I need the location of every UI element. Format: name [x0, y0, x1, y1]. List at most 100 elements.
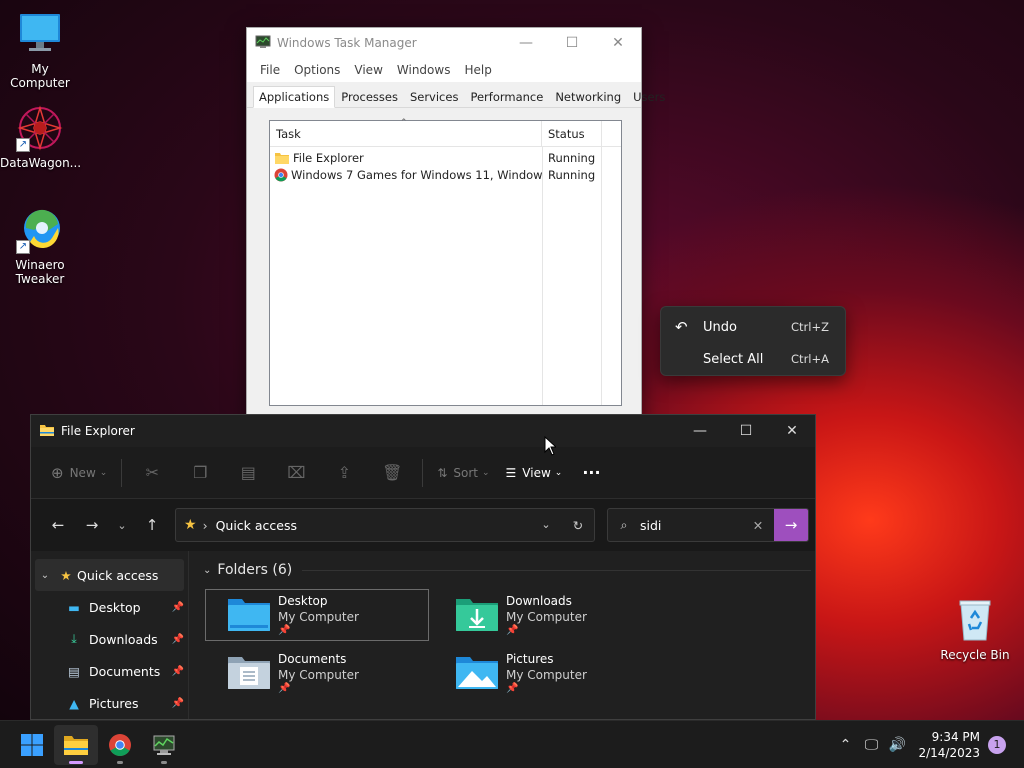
menu-item-undo[interactable]: ↶ Undo Ctrl+Z [661, 311, 845, 343]
menu-windows[interactable]: Windows [390, 63, 458, 77]
task-manager-icon [153, 735, 175, 755]
view-icon: ☰ [505, 465, 517, 480]
task-manager-window[interactable]: Windows Task Manager — ☐ ✕ File Options … [246, 27, 665, 427]
clock[interactable]: 9:34 PM 2/14/2023 [918, 729, 980, 761]
chrome-icon [274, 168, 288, 181]
tab-processes[interactable]: Processes [335, 86, 404, 107]
forward-button[interactable]: → [75, 509, 109, 541]
desktop-icon-my-computer[interactable]: My Computer [0, 10, 80, 90]
task-name: Windows 7 Games for Windows 11, Windows … [291, 167, 542, 182]
window-title: Windows Task Manager [277, 36, 417, 50]
folder-icon [64, 735, 88, 755]
column-header-task[interactable]: ⌃ Task [270, 118, 542, 146]
shortcut-arrow-icon: ↗ [16, 138, 30, 152]
chevron-down-icon: ⌄ [99, 467, 108, 478]
applications-list[interactable]: ⌃ Task Status File Explorer Running Wind… [269, 118, 622, 406]
desktop-icon-winaero[interactable]: ↗ Winaero Tweaker [0, 206, 80, 286]
minimize-button[interactable]: — [503, 28, 549, 58]
navigation-bar: ← → ⌄ ↑ ★ › Quick access ⌄ ↻ ⌕ sidi ✕ → [31, 499, 815, 551]
menu-bar: File Options View Windows Help [247, 58, 641, 82]
context-menu: ↶ Undo Ctrl+Z Select All Ctrl+A [660, 306, 846, 376]
maximize-button[interactable]: ☐ [723, 415, 769, 447]
minimize-button[interactable]: — [677, 415, 723, 447]
nav-item-downloads[interactable]: ⤓ Downloads 📌 [31, 623, 188, 655]
search-icon: ⌕ [620, 517, 628, 532]
sort-ascending-icon: ⌃ [400, 118, 408, 128]
search-go-button[interactable]: → [774, 509, 808, 541]
network-icon[interactable]: 🖵 [858, 737, 884, 753]
tab-services[interactable]: Services [404, 86, 465, 107]
taskbar: ⌃ 🖵 🔊 9:34 PM 2/14/2023 1 [0, 720, 1024, 768]
folder-icon [39, 423, 55, 440]
close-button[interactable]: ✕ [595, 28, 641, 58]
view-button[interactable]: ☰ View ⌄ [498, 457, 571, 489]
volume-icon[interactable]: 🔊 [884, 737, 910, 753]
maximize-button[interactable]: ☐ [549, 28, 595, 58]
folder-tile-documents[interactable]: Documents My Computer 📌 [205, 647, 429, 699]
task-manager-titlebar[interactable]: Windows Task Manager — ☐ ✕ [247, 28, 641, 58]
more-options-button[interactable]: ··· [574, 457, 608, 489]
delete-icon[interactable]: 🗑 [368, 457, 416, 489]
folder-tile-pictures[interactable]: Pictures My Computer 📌 [433, 647, 657, 699]
sort-icon: ⇅ [437, 465, 448, 480]
close-button[interactable]: ✕ [769, 415, 815, 447]
tab-users[interactable]: Users [627, 86, 671, 107]
tab-applications[interactable]: Applications [253, 86, 336, 108]
window-title: File Explorer [61, 424, 135, 438]
nav-item-documents[interactable]: ▤ Documents 📌 [31, 655, 188, 687]
nav-item-pictures[interactable]: ▲ Pictures 📌 [31, 687, 188, 719]
desktop-icon-label: Winaero Tweaker [15, 258, 65, 286]
up-button[interactable]: ↑ [135, 509, 169, 541]
back-button[interactable]: ← [41, 509, 75, 541]
search-box[interactable]: ⌕ sidi ✕ → [607, 508, 809, 542]
menu-options[interactable]: Options [287, 63, 347, 77]
file-explorer-titlebar[interactable]: File Explorer — ☐ ✕ [31, 415, 815, 447]
desktop-icon: ▬ [68, 599, 80, 615]
desktop-icon-recycle-bin[interactable]: Recycle Bin [935, 596, 1015, 662]
taskbar-file-explorer[interactable] [54, 724, 98, 765]
desktop-icon-datawagon[interactable]: ↗ DataWagon... [0, 104, 81, 170]
taskbar-chrome[interactable] [98, 725, 142, 765]
column-header-status[interactable]: Status [542, 121, 602, 146]
tab-performance[interactable]: Performance [464, 86, 549, 107]
menu-file[interactable]: File [253, 63, 287, 77]
search-input[interactable]: sidi [640, 518, 742, 533]
nav-item-desktop[interactable]: ▬ Desktop 📌 [31, 591, 188, 623]
recycle-bin-icon [951, 596, 999, 644]
chevron-up-icon[interactable]: ⌃ [832, 737, 858, 753]
address-dropdown-button[interactable]: ⌄ [530, 518, 562, 533]
notification-badge[interactable]: 1 [988, 735, 1006, 754]
menu-item-select-all[interactable]: Select All Ctrl+A [661, 343, 845, 375]
clock-date: 2/14/2023 [918, 745, 980, 760]
tab-networking[interactable]: Networking [549, 86, 627, 107]
new-button[interactable]: ⊕ New ⌄ [43, 457, 115, 489]
address-bar[interactable]: ★ › Quick access ⌄ ↻ [175, 508, 595, 542]
winaero-icon: ↗ [16, 206, 64, 254]
rename-icon[interactable]: ⌧ [272, 457, 320, 489]
menu-view[interactable]: View [347, 63, 389, 77]
pictures-folder-icon [456, 657, 498, 689]
chevron-down-icon[interactable]: ⌄ [35, 570, 55, 581]
download-icon: ⤓ [71, 631, 77, 646]
sort-button[interactable]: ⇅ Sort ⌄ [429, 457, 497, 489]
nav-item-quick-access[interactable]: ⌄ ★ Quick access [35, 559, 184, 591]
folder-tile-downloads[interactable]: Downloads My Computer 📌 [433, 589, 657, 641]
taskbar-task-manager[interactable] [142, 725, 186, 765]
menu-item-shortcut: Ctrl+Z [791, 320, 829, 334]
file-explorer-window[interactable]: File Explorer — ☐ ✕ ⊕ New ⌄ ✂ ❐ ▤ ⌧ ⇪ 🗑 … [30, 414, 816, 720]
menu-help[interactable]: Help [457, 63, 498, 77]
chevron-down-icon: ⌄ [554, 467, 563, 478]
share-icon[interactable]: ⇪ [320, 457, 368, 489]
copy-icon[interactable]: ❐ [176, 457, 224, 489]
folder-tile-desktop[interactable]: Desktop My Computer 📌 [205, 589, 429, 641]
start-button[interactable] [10, 725, 54, 765]
refresh-button[interactable]: ↻ [562, 518, 594, 533]
paste-icon[interactable]: ▤ [224, 457, 272, 489]
clear-search-button[interactable]: ✕ [742, 518, 774, 533]
pin-icon: 📌 [171, 633, 184, 645]
documents-folder-icon [228, 657, 270, 689]
monitor-icon [16, 10, 64, 58]
group-header-folders[interactable]: ⌄ Folders (6) [203, 559, 815, 581]
cut-icon[interactable]: ✂ [128, 457, 176, 489]
recent-locations-button[interactable]: ⌄ [109, 509, 135, 541]
